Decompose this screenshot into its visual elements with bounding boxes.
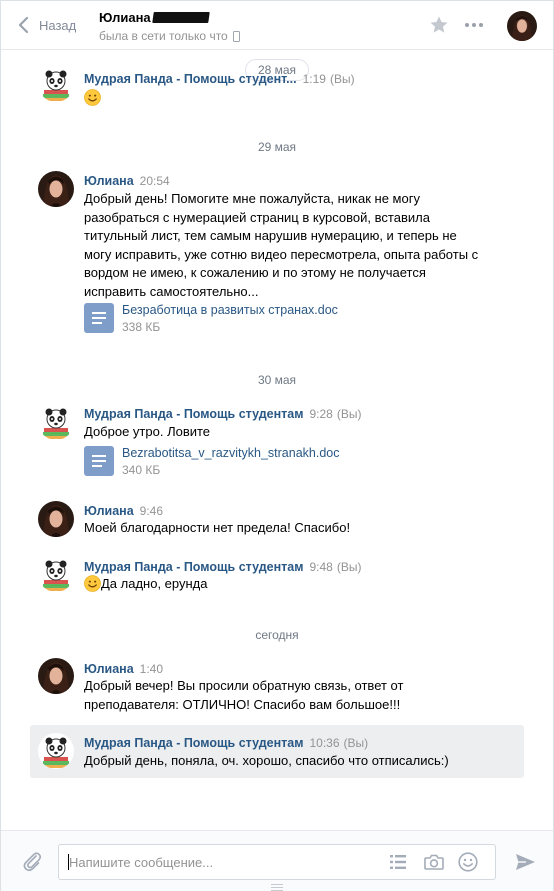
doc-name[interactable]: Безработица в развитых странах.doc — [122, 303, 338, 318]
message-time[interactable]: 9:48 — [309, 560, 332, 574]
peer-info[interactable]: Юлиана была в сети только что — [99, 10, 240, 43]
message-header: Юлиана 1:40 — [84, 662, 163, 676]
panda-avatar[interactable] — [38, 556, 74, 592]
smile-emoji-icon — [84, 89, 101, 106]
doc-size: 338 КБ — [122, 320, 161, 334]
date-separator: 30 мая — [257, 373, 297, 387]
yuliana-avatar[interactable] — [38, 501, 74, 537]
author-link[interactable]: Юлиана — [84, 504, 134, 518]
list-icon[interactable] — [387, 851, 409, 873]
message-text: Добрый день, поняла, оч. хорошо, спасибо… — [84, 753, 449, 768]
you-tag: (Вы) — [336, 560, 362, 574]
message-time[interactable]: 1:19 — [303, 72, 326, 86]
doc-size: 340 КБ — [122, 463, 161, 477]
message-time[interactable]: 10:36 — [309, 736, 339, 750]
star-icon[interactable] — [429, 15, 449, 35]
you-tag: (Вы) — [329, 72, 355, 86]
phone-icon — [232, 30, 240, 42]
panda-avatar[interactable] — [38, 66, 74, 102]
more-dots-icon[interactable] — [465, 23, 483, 27]
peer-name: Юлиана — [99, 10, 151, 25]
author-link[interactable]: Юлиана — [84, 174, 134, 188]
date-separator: 29 мая — [257, 140, 297, 154]
message-time[interactable]: 9:46 — [140, 504, 163, 518]
message-time[interactable]: 20:54 — [140, 174, 170, 188]
message-text: Да ладно, ерунда — [101, 576, 208, 591]
back-button[interactable]: Назад — [15, 15, 76, 35]
author-link[interactable]: Мудрая Панда - Помощь студентам — [84, 560, 303, 574]
message-text-row: Да ладно, ерунда — [84, 575, 479, 594]
yuliana-avatar[interactable] — [38, 658, 74, 694]
chat-header: Назад Юлиана была в сети только что — [1, 1, 553, 50]
chevron-left-icon — [18, 16, 29, 34]
author-link[interactable]: Мудрая Панда - Помощь студент... — [84, 72, 297, 86]
smile-emoji-icon — [84, 575, 101, 592]
doc-name[interactable]: Bezrabotitsa_v_razvitykh_stranakh.doc — [122, 446, 339, 461]
message-time[interactable]: 9:28 — [309, 407, 332, 421]
header-avatar[interactable] — [507, 11, 537, 41]
yuliana-avatar[interactable] — [38, 171, 74, 207]
message-text: Добрый день! Помогите мне пожалуйста, ни… — [84, 191, 479, 299]
message-text: Добрый вечер! Вы просили обратную связь,… — [84, 678, 404, 712]
panda-avatar[interactable] — [38, 404, 74, 440]
doc-attachment[interactable]: Bezrabotitsa_v_razvitykh_stranakh.doc 34… — [84, 446, 339, 477]
author-link[interactable]: Юлиана — [84, 662, 134, 676]
message-header: Юлиана 9:46 — [84, 504, 163, 518]
author-link[interactable]: Мудрая Панда - Помощь студентам — [84, 407, 303, 421]
resize-handle[interactable] — [271, 884, 283, 891]
document-icon — [84, 303, 114, 333]
back-label: Назад — [39, 17, 77, 33]
camera-icon[interactable] — [423, 851, 445, 873]
message-header: Юлиана 20:54 — [84, 174, 170, 188]
message-header: Мудрая Панда - Помощь студентам 9:28 (Вы… — [84, 407, 361, 421]
author-link[interactable]: Мудрая Панда - Помощь студентам — [84, 736, 303, 750]
message-header: Мудрая Панда - Помощь студент... 1:19 (В… — [84, 72, 355, 86]
chat-window: Назад Юлиана была в сети только что 28 м… — [0, 0, 554, 891]
message-text: Доброе утро. Ловите — [84, 424, 211, 439]
document-icon — [84, 446, 114, 476]
message-text: Моей благодарности нет предела! Спасибо! — [84, 520, 351, 535]
paperclip-icon[interactable] — [21, 850, 43, 872]
text-caret — [68, 854, 69, 870]
message-header: Мудрая Панда - Помощь студентам 10:36 (В… — [84, 736, 368, 750]
redaction-mark — [151, 12, 210, 23]
message-input[interactable] — [69, 845, 379, 879]
smile-icon[interactable] — [457, 851, 479, 873]
send-icon[interactable] — [514, 851, 536, 873]
message-time[interactable]: 1:40 — [140, 662, 163, 676]
you-tag: (Вы) — [343, 736, 369, 750]
message-header: Мудрая Панда - Помощь студентам 9:48 (Вы… — [84, 560, 361, 574]
peer-status: была в сети только что — [99, 29, 228, 43]
date-separator: сегодня — [255, 628, 299, 642]
panda-avatar[interactable] — [38, 733, 74, 769]
you-tag: (Вы) — [336, 407, 362, 421]
doc-attachment[interactable]: Безработица в развитых странах.doc 338 К… — [84, 303, 338, 334]
